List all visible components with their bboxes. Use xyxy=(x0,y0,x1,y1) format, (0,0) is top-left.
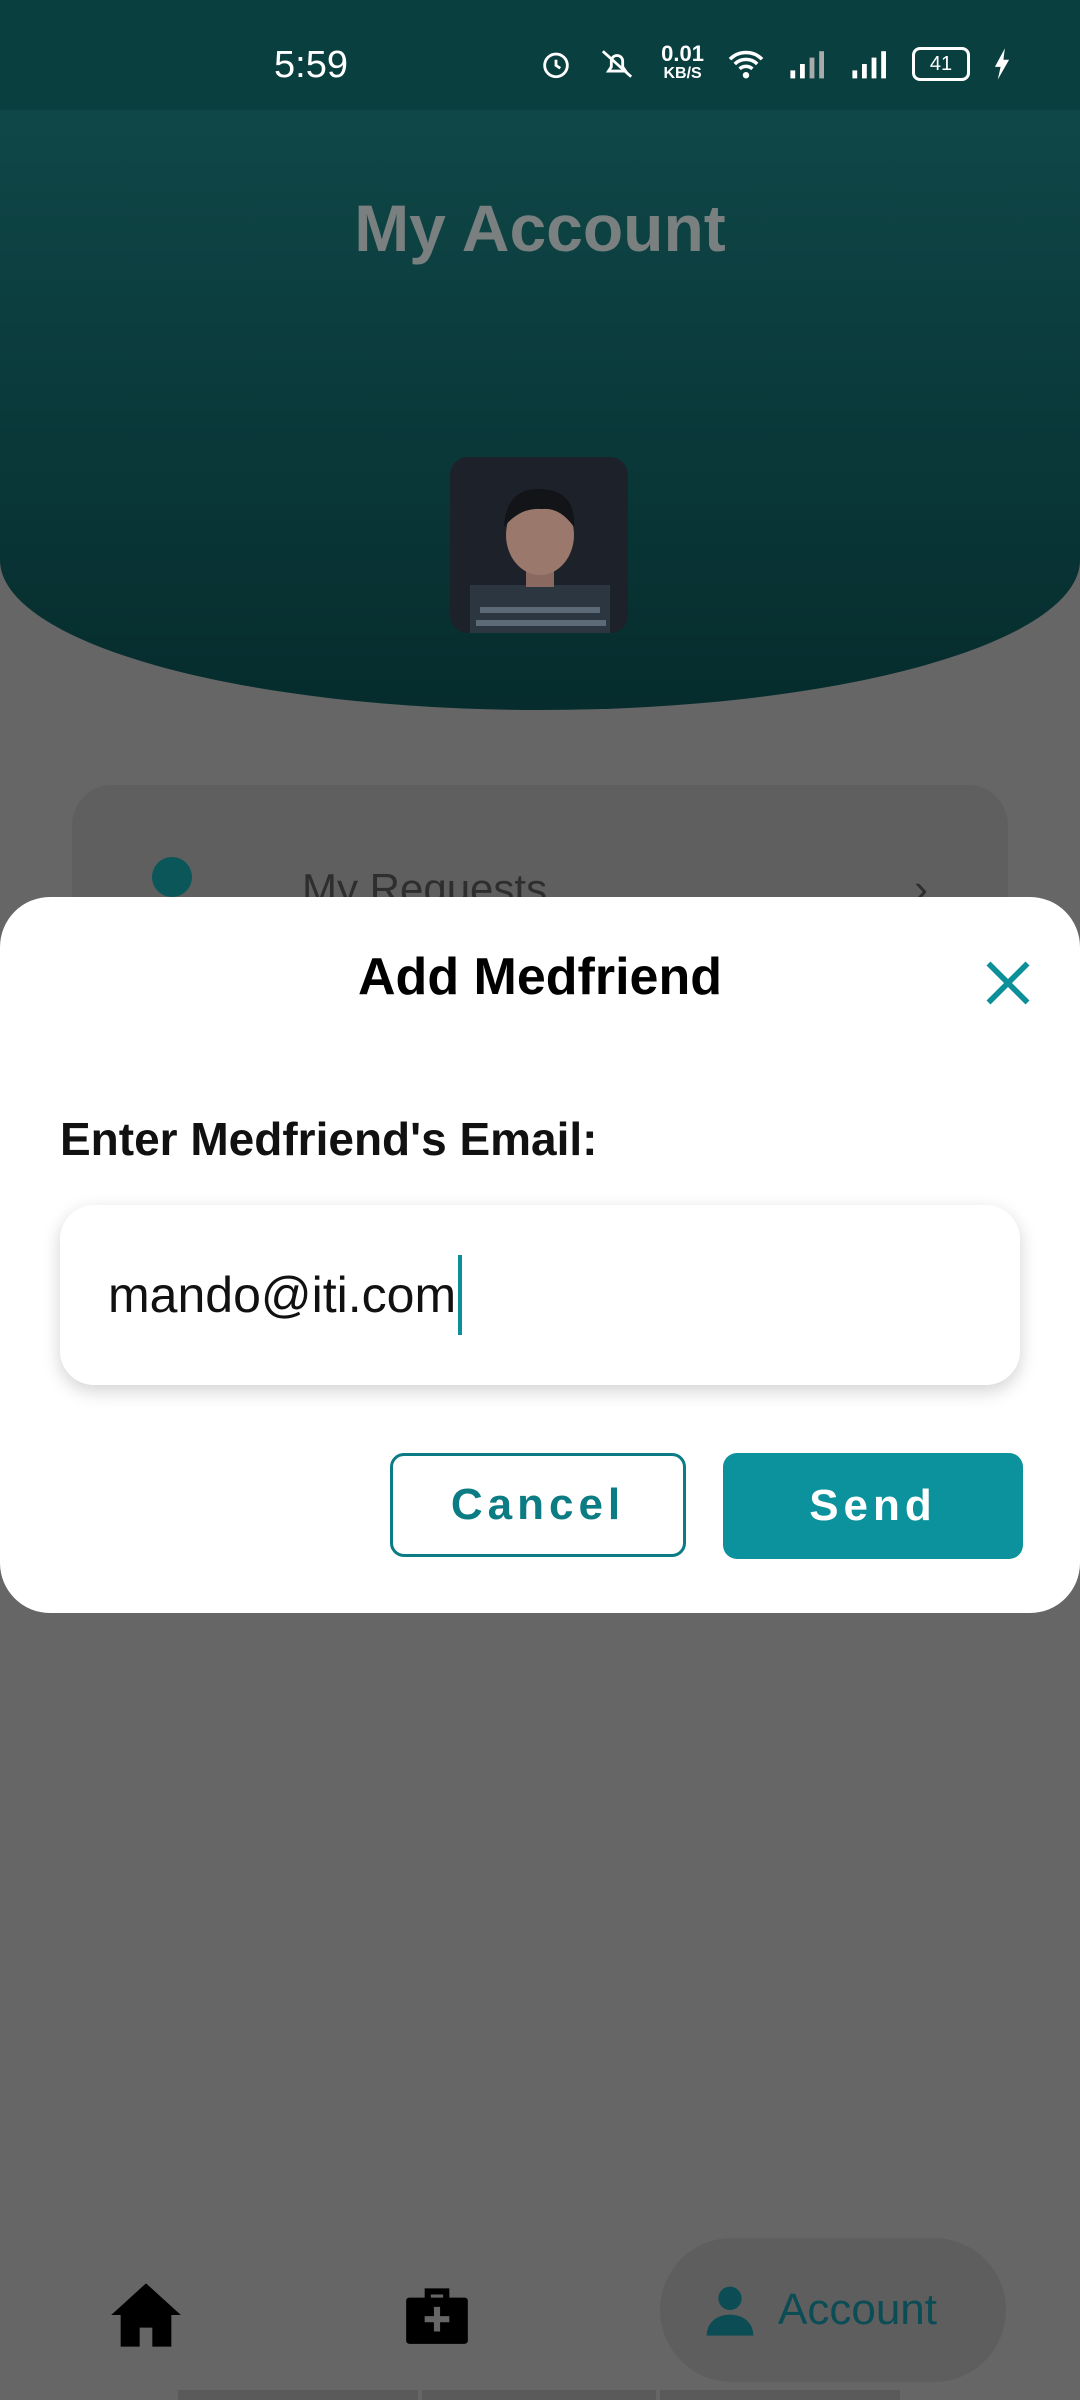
nav-account[interactable]: Account xyxy=(660,2238,1006,2382)
dialog-title: Add Medfriend xyxy=(358,948,722,1006)
person-icon xyxy=(706,2286,754,2336)
nav-divider xyxy=(660,2390,900,2400)
charging-icon xyxy=(994,48,1010,80)
requests-icon xyxy=(152,857,192,897)
signal-icon xyxy=(790,51,824,79)
nav-account-label: Account xyxy=(778,2285,937,2334)
email-input-value: mando@iti.com xyxy=(108,1267,457,1323)
email-label: Enter Medfriend's Email: xyxy=(60,1113,598,1165)
battery-indicator: 41 xyxy=(912,47,970,81)
mute-icon xyxy=(602,50,633,78)
signal-icon xyxy=(852,51,886,79)
nav-home[interactable] xyxy=(108,2280,184,2350)
status-bar: 5:59 0.01 KB/S 41 xyxy=(0,0,1080,110)
alarm-icon xyxy=(543,52,569,79)
close-icon xyxy=(986,961,1030,1005)
nav-medications[interactable] xyxy=(400,2276,474,2350)
status-icons: 0.01 KB/S 41 xyxy=(539,41,1012,84)
home-icon xyxy=(111,2283,181,2347)
bottom-nav: Account xyxy=(0,2220,1080,2400)
email-field[interactable]: mando@iti.com xyxy=(60,1205,1020,1385)
nav-divider xyxy=(178,2390,418,2400)
page-title: My Account xyxy=(354,191,726,265)
status-time: 5:59 xyxy=(274,44,348,86)
net-speed: 0.01 KB/S xyxy=(661,41,704,83)
send-button[interactable]: Send xyxy=(723,1453,1023,1559)
add-medfriend-dialog: Add Medfriend Enter Medfriend's Email: m… xyxy=(0,897,1080,1613)
avatar[interactable] xyxy=(450,457,628,633)
wifi-icon xyxy=(728,50,764,79)
text-caret xyxy=(458,1255,463,1335)
user-avatar-icon xyxy=(470,488,610,633)
cancel-button[interactable]: Cancel xyxy=(390,1453,686,1557)
nav-divider xyxy=(422,2390,656,2400)
medical-kit-icon xyxy=(406,2288,468,2344)
close-button[interactable] xyxy=(980,955,1036,1011)
